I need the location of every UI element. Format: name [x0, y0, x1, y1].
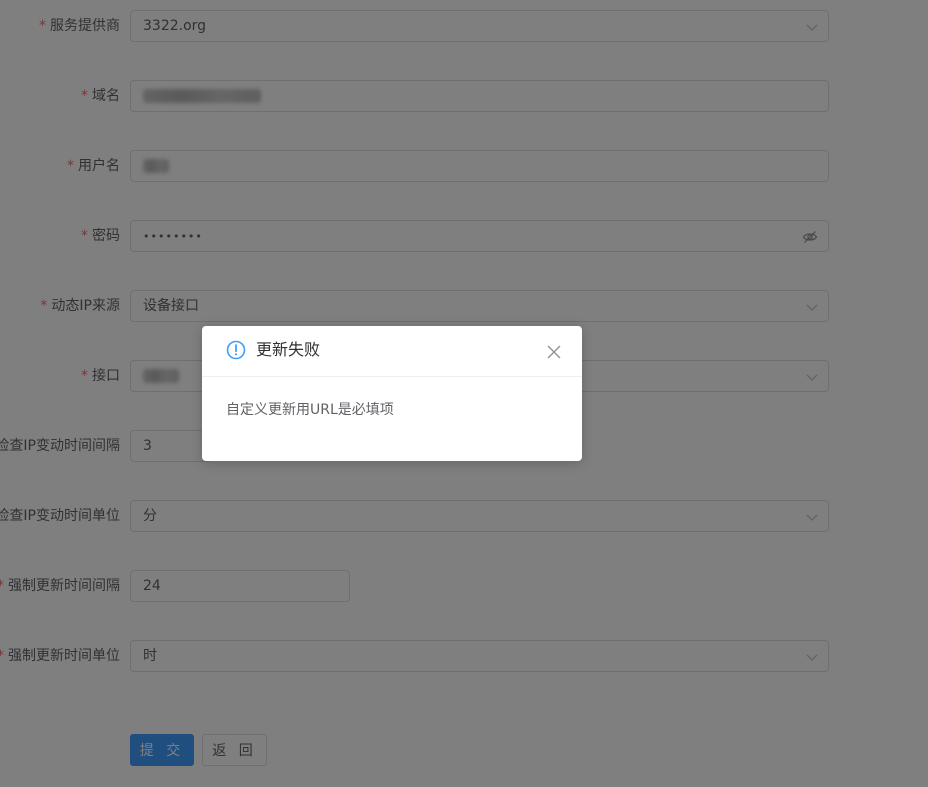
dialog-title: 更新失败: [256, 340, 321, 359]
error-dialog: 更新失败 自定义更新用URL是必填项: [202, 326, 582, 461]
dialog-header: 更新失败: [202, 326, 582, 377]
dialog-message: 自定义更新用URL是必填项: [226, 402, 394, 418]
info-circle-icon: [226, 340, 246, 360]
close-icon[interactable]: [547, 345, 561, 359]
